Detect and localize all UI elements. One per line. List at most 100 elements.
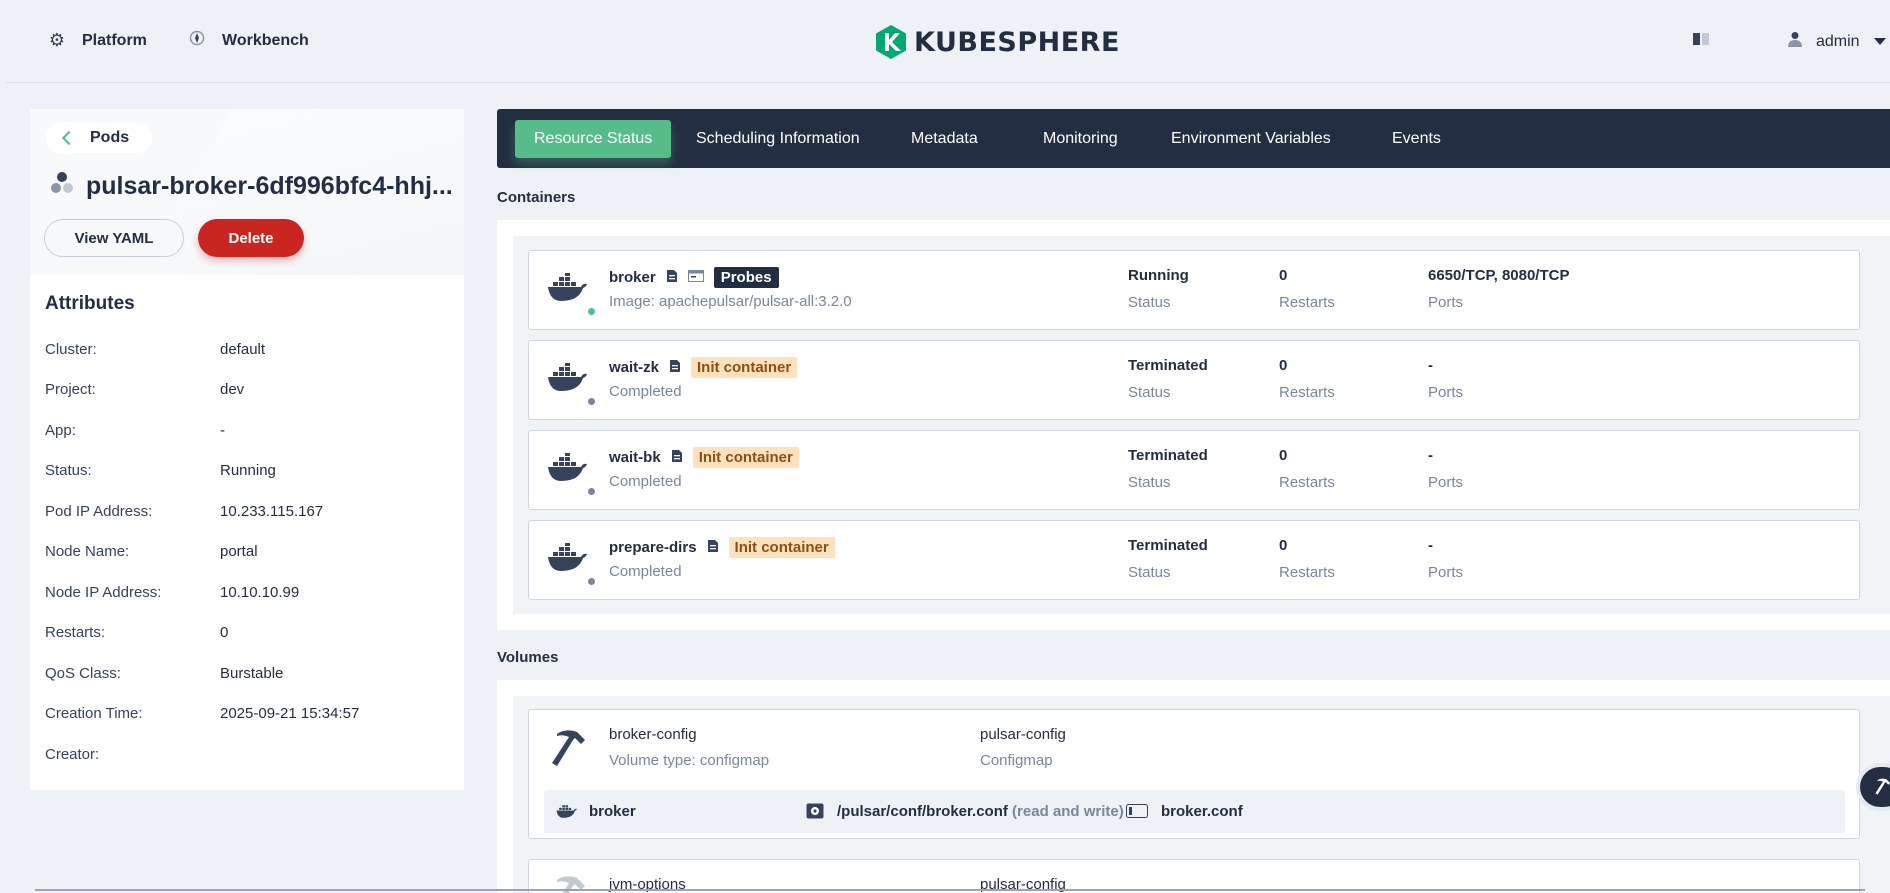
attr-row: Creation Time: 2025-09-21 15:34:57 bbox=[45, 705, 359, 722]
container-name[interactable]: broker bbox=[609, 269, 656, 286]
container-status: Terminated Status bbox=[1128, 537, 1208, 581]
attr-value: 0 bbox=[220, 624, 229, 641]
probes-badge: Probes bbox=[713, 267, 779, 288]
mount-container: broker bbox=[589, 803, 636, 820]
user-name: admin bbox=[1816, 32, 1860, 50]
mount-subpath: broker.conf bbox=[1161, 803, 1243, 820]
container-name[interactable]: wait-bk bbox=[609, 449, 661, 466]
ports-label: Ports bbox=[1428, 294, 1464, 311]
container-name[interactable]: wait-zk bbox=[609, 359, 659, 376]
tab-metadata[interactable]: Metadata bbox=[911, 120, 978, 158]
nav-workbench[interactable]: Workbench bbox=[186, 30, 309, 51]
init-container-badge: Init container bbox=[691, 357, 798, 378]
volumes-title: Volumes bbox=[497, 649, 559, 666]
mount-disk-icon bbox=[806, 803, 824, 819]
attr-row: Project: dev bbox=[45, 381, 244, 398]
logs-icon[interactable] bbox=[669, 359, 681, 377]
attributes-title: Attributes bbox=[45, 293, 135, 314]
docker-icon bbox=[548, 363, 587, 391]
kubesphere-logo-icon bbox=[876, 25, 906, 59]
user-menu[interactable]: admin bbox=[1788, 31, 1886, 52]
pod-header-card: Pods pulsar-broker-6df996bfc4-hhj... Vie… bbox=[30, 109, 464, 275]
nav-platform[interactable]: ⚙ Platform bbox=[46, 30, 147, 51]
attr-row: Node IP Address: 10.10.10.99 bbox=[45, 584, 299, 601]
status-value: Running bbox=[1128, 267, 1189, 284]
attr-key: QoS Class: bbox=[45, 665, 121, 682]
container-name-line: prepare-dirs Init container bbox=[609, 537, 835, 558]
docker-icon bbox=[548, 273, 587, 301]
container-card-wait-bk[interactable]: wait-bk Init container Completed Termina… bbox=[528, 430, 1860, 510]
logs-icon[interactable] bbox=[671, 449, 683, 467]
container-restarts: 0 Restarts bbox=[1279, 267, 1335, 311]
docker-icon bbox=[556, 805, 577, 818]
attr-value: dev bbox=[220, 381, 245, 398]
compass-icon bbox=[186, 30, 208, 51]
view-yaml-button[interactable]: View YAML bbox=[44, 219, 184, 257]
container-name-line: wait-bk Init container bbox=[609, 447, 799, 468]
attr-row: App: - bbox=[45, 422, 225, 439]
init-container-badge: Init container bbox=[728, 537, 835, 558]
logs-icon[interactable] bbox=[666, 269, 678, 287]
attr-value: 2025-09-21 15:34:57 bbox=[220, 705, 360, 722]
ports-value: 6650/TCP, 8080/TCP bbox=[1428, 267, 1570, 284]
status-label: Status bbox=[1128, 384, 1171, 401]
ports-value: - bbox=[1428, 357, 1433, 374]
container-status: Terminated Status bbox=[1128, 357, 1208, 401]
logs-icon[interactable] bbox=[707, 539, 719, 557]
volume-card-jvm-options[interactable]: jvm-options pulsar-config bbox=[528, 859, 1860, 893]
tab-monitoring[interactable]: Monitoring bbox=[1043, 120, 1118, 158]
ports-label: Ports bbox=[1428, 564, 1464, 581]
attr-row: Cluster: default bbox=[45, 341, 265, 358]
container-ports: - Ports bbox=[1428, 537, 1463, 581]
container-restarts: 0 Restarts bbox=[1279, 357, 1335, 401]
back-to-pods-button[interactable]: Pods bbox=[46, 123, 152, 153]
attr-row: Pod IP Address: 10.233.115.167 bbox=[45, 503, 323, 520]
tab-resource-status[interactable]: Resource Status bbox=[515, 120, 672, 158]
delete-button[interactable]: Delete bbox=[198, 219, 304, 257]
attr-value: 10.10.10.99 bbox=[220, 584, 300, 601]
kubesphere-logo[interactable]: KUBESPHERE bbox=[874, 24, 1120, 60]
volume-card-broker-config[interactable]: broker-config Volume type: configmap pul… bbox=[528, 709, 1860, 839]
terminal-icon[interactable] bbox=[687, 269, 704, 286]
attr-key: Project: bbox=[45, 381, 96, 398]
tab-events[interactable]: Events bbox=[1392, 120, 1441, 158]
back-label: Pods bbox=[90, 129, 130, 146]
attr-row: Status: Running bbox=[45, 462, 276, 479]
container-ports: 6650/TCP, 8080/TCP Ports bbox=[1428, 267, 1569, 311]
pod-name: pulsar-broker-6df996bfc4-hhj... bbox=[86, 172, 453, 200]
nav-workbench-label: Workbench bbox=[222, 31, 309, 49]
restarts-label: Restarts bbox=[1279, 474, 1335, 491]
horizontal-scrollbar[interactable] bbox=[35, 889, 1865, 891]
mount-path-group: /pulsar/conf/broker.conf (read and write… bbox=[837, 803, 1124, 820]
book-icon[interactable] bbox=[1692, 32, 1710, 50]
tab-scheduling-information[interactable]: Scheduling Information bbox=[696, 120, 860, 158]
restarts-value: 0 bbox=[1279, 537, 1288, 554]
chevron-left-icon bbox=[61, 130, 77, 146]
container-ports: - Ports bbox=[1428, 357, 1463, 401]
docker-icon bbox=[548, 453, 587, 481]
container-card-wait-zk[interactable]: wait-zk Init container Completed Termina… bbox=[528, 340, 1860, 420]
status-value: Terminated bbox=[1128, 357, 1208, 374]
container-name[interactable]: prepare-dirs bbox=[609, 539, 697, 556]
tab-environment-variables[interactable]: Environment Variables bbox=[1171, 120, 1331, 158]
attr-value: Burstable bbox=[220, 665, 284, 682]
container-restarts: 0 Restarts bbox=[1279, 537, 1335, 581]
container-name-line: wait-zk Init container bbox=[609, 357, 798, 378]
attr-key: Creation Time: bbox=[45, 705, 143, 722]
user-avatar-icon bbox=[1788, 31, 1802, 52]
attr-value: Running bbox=[220, 462, 276, 479]
chevron-down-icon bbox=[1873, 38, 1886, 45]
attributes-card: Attributes Cluster: default Project: dev A… bbox=[30, 275, 464, 790]
attr-key: Cluster: bbox=[45, 341, 97, 358]
volume-source[interactable]: pulsar-config bbox=[980, 726, 1066, 743]
container-restarts: 0 Restarts bbox=[1279, 447, 1335, 491]
container-card-broker[interactable]: broker Probes Image: apachepulsar/pulsar… bbox=[528, 250, 1860, 330]
attr-row: QoS Class: Burstable bbox=[45, 665, 283, 682]
container-image: Image: apachepulsar/pulsar-all:3.2.0 bbox=[609, 293, 852, 310]
gear-icon: ⚙ bbox=[48, 30, 66, 50]
status-dot bbox=[586, 396, 597, 407]
brand-name: KUBESPHERE bbox=[914, 26, 1120, 58]
status-value: Terminated bbox=[1128, 447, 1208, 464]
pod-icon bbox=[50, 171, 74, 202]
container-card-prepare-dirs[interactable]: prepare-dirs Init container Completed Te… bbox=[528, 520, 1860, 600]
